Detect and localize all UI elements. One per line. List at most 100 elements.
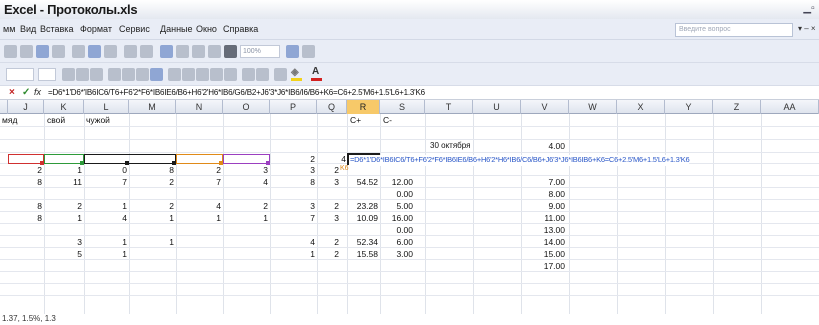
cell[interactable]: 5 xyxy=(44,249,82,259)
cancel-icon[interactable]: × xyxy=(9,87,15,98)
cell[interactable]: 3 xyxy=(270,201,315,211)
cell[interactable]: 2 xyxy=(223,201,268,211)
decrease-decimal-icon[interactable] xyxy=(224,68,237,81)
cell[interactable]: 8 xyxy=(129,165,174,175)
col-header-t[interactable]: T xyxy=(425,100,473,114)
cell[interactable]: 3 xyxy=(317,177,339,187)
sort-desc-icon[interactable] xyxy=(208,45,221,58)
col-header-v[interactable]: V xyxy=(521,100,569,114)
cell[interactable]: 2 xyxy=(317,165,339,175)
cell[interactable]: 2 xyxy=(44,201,82,211)
cell[interactable]: 0 xyxy=(84,165,127,175)
print-icon[interactable] xyxy=(52,45,65,58)
cell[interactable]: 1 xyxy=(176,213,221,223)
fill-color-icon[interactable]: ◈ xyxy=(290,67,303,81)
cell[interactable]: 7 xyxy=(84,177,127,187)
help-icon[interactable] xyxy=(286,45,299,58)
cell[interactable]: 8 xyxy=(8,213,42,223)
menu-format[interactable]: Формат xyxy=(80,24,112,34)
cell[interactable]: 0.00 xyxy=(380,189,413,199)
cell[interactable]: 4 xyxy=(84,213,127,223)
cell[interactable]: 1 xyxy=(270,249,315,259)
font-size-combo[interactable] xyxy=(38,68,56,81)
cut-icon[interactable] xyxy=(72,45,85,58)
col-header-r[interactable]: R xyxy=(347,100,380,114)
cell[interactable]: 7 xyxy=(176,177,221,187)
cell[interactable]: 1 xyxy=(84,201,127,211)
cell[interactable]: 14.00 xyxy=(521,237,565,247)
cell[interactable]: 10.09 xyxy=(347,213,378,223)
header-cell-l[interactable]: чужой xyxy=(86,115,110,125)
date-value-cell[interactable]: 4.00 xyxy=(525,141,565,151)
col-header-z[interactable]: Z xyxy=(713,100,761,114)
menu-window[interactable]: Окно xyxy=(196,24,217,34)
cell[interactable]: 15.00 xyxy=(521,249,565,259)
undo-icon[interactable] xyxy=(124,45,137,58)
col-header-aa[interactable]: AA xyxy=(761,100,819,114)
chart-wizard-icon[interactable] xyxy=(224,45,237,58)
cell[interactable]: 1 xyxy=(84,237,127,247)
date-cell[interactable]: 30 октября xyxy=(430,141,470,150)
menu-view[interactable]: Вид xyxy=(20,24,36,34)
formula-input[interactable]: =D6*1'D6*'IB6IC6/T6+F6'2*F6*IB6IE6/B6+H6… xyxy=(48,88,425,97)
cell[interactable]: 2 xyxy=(129,201,174,211)
cell[interactable]: 8.00 xyxy=(521,189,565,199)
cell[interactable]: 11.00 xyxy=(521,213,565,223)
autosum-icon[interactable] xyxy=(176,45,189,58)
increase-decimal-icon[interactable] xyxy=(210,68,223,81)
col-header-s[interactable]: S xyxy=(380,100,425,114)
align-right-icon[interactable] xyxy=(136,68,149,81)
header-cell-s[interactable]: C- xyxy=(383,115,392,125)
cell[interactable]: 54.52 xyxy=(347,177,378,187)
cell[interactable]: 2 xyxy=(129,177,174,187)
cell[interactable]: 17.00 xyxy=(521,261,565,271)
cell[interactable]: 2 xyxy=(317,201,339,211)
align-center-icon[interactable] xyxy=(122,68,135,81)
header-cell-j[interactable]: мяд xyxy=(2,115,17,125)
col-header-n[interactable]: N xyxy=(176,100,223,114)
help-search-input[interactable]: Введите вопрос xyxy=(675,23,793,37)
select-all-corner[interactable] xyxy=(0,100,8,114)
cell[interactable]: 52.34 xyxy=(347,237,378,247)
cell[interactable]: 7.00 xyxy=(521,177,565,187)
cell[interactable]: 1 xyxy=(129,237,174,247)
col-header-q[interactable]: Q xyxy=(317,100,347,114)
cell[interactable]: 4 xyxy=(270,237,315,247)
col-header-l[interactable]: L xyxy=(84,100,129,114)
col-header-y[interactable]: Y xyxy=(665,100,713,114)
menu-window-controls[interactable]: ▾ – × xyxy=(798,24,816,33)
cell[interactable]: 9.00 xyxy=(521,201,565,211)
minimize-icon[interactable]: ▁▫ xyxy=(801,2,817,16)
cell[interactable]: 3 xyxy=(270,165,315,175)
header-cell-r[interactable]: C+ xyxy=(350,115,361,125)
col-header-x[interactable]: X xyxy=(617,100,665,114)
cell[interactable]: 3 xyxy=(317,213,339,223)
cell[interactable]: 16.00 xyxy=(380,213,413,223)
cell[interactable]: 3 xyxy=(223,165,268,175)
col-header-w[interactable]: W xyxy=(569,100,617,114)
cell[interactable]: 1 xyxy=(223,213,268,223)
header-cell-k[interactable]: свой xyxy=(47,115,65,125)
cell[interactable]: 4 xyxy=(176,201,221,211)
zoom-icon[interactable] xyxy=(302,45,315,58)
font-combo[interactable] xyxy=(6,68,34,81)
cell[interactable]: 2 xyxy=(8,165,42,175)
increase-indent-icon[interactable] xyxy=(256,68,269,81)
cell[interactable]: 4 xyxy=(223,177,268,187)
cell[interactable]: 8 xyxy=(270,177,315,187)
paste-icon[interactable] xyxy=(104,45,117,58)
menu-insert[interactable]: Вставка xyxy=(40,24,73,34)
cell[interactable]: 13.00 xyxy=(521,225,565,235)
cell[interactable]: 3 xyxy=(44,237,82,247)
save-icon[interactable] xyxy=(36,45,49,58)
underline-icon[interactable] xyxy=(90,68,103,81)
col-header-p[interactable]: P xyxy=(270,100,317,114)
decrease-indent-icon[interactable] xyxy=(242,68,255,81)
cell[interactable]: 1 xyxy=(129,213,174,223)
menu-data[interactable]: Данные xyxy=(160,24,193,34)
cell[interactable]: 1 xyxy=(44,213,82,223)
cell[interactable]: 12.00 xyxy=(380,177,413,187)
copy-icon[interactable] xyxy=(88,45,101,58)
insert-function-icon[interactable]: fx xyxy=(34,87,41,97)
bold-icon[interactable] xyxy=(62,68,75,81)
